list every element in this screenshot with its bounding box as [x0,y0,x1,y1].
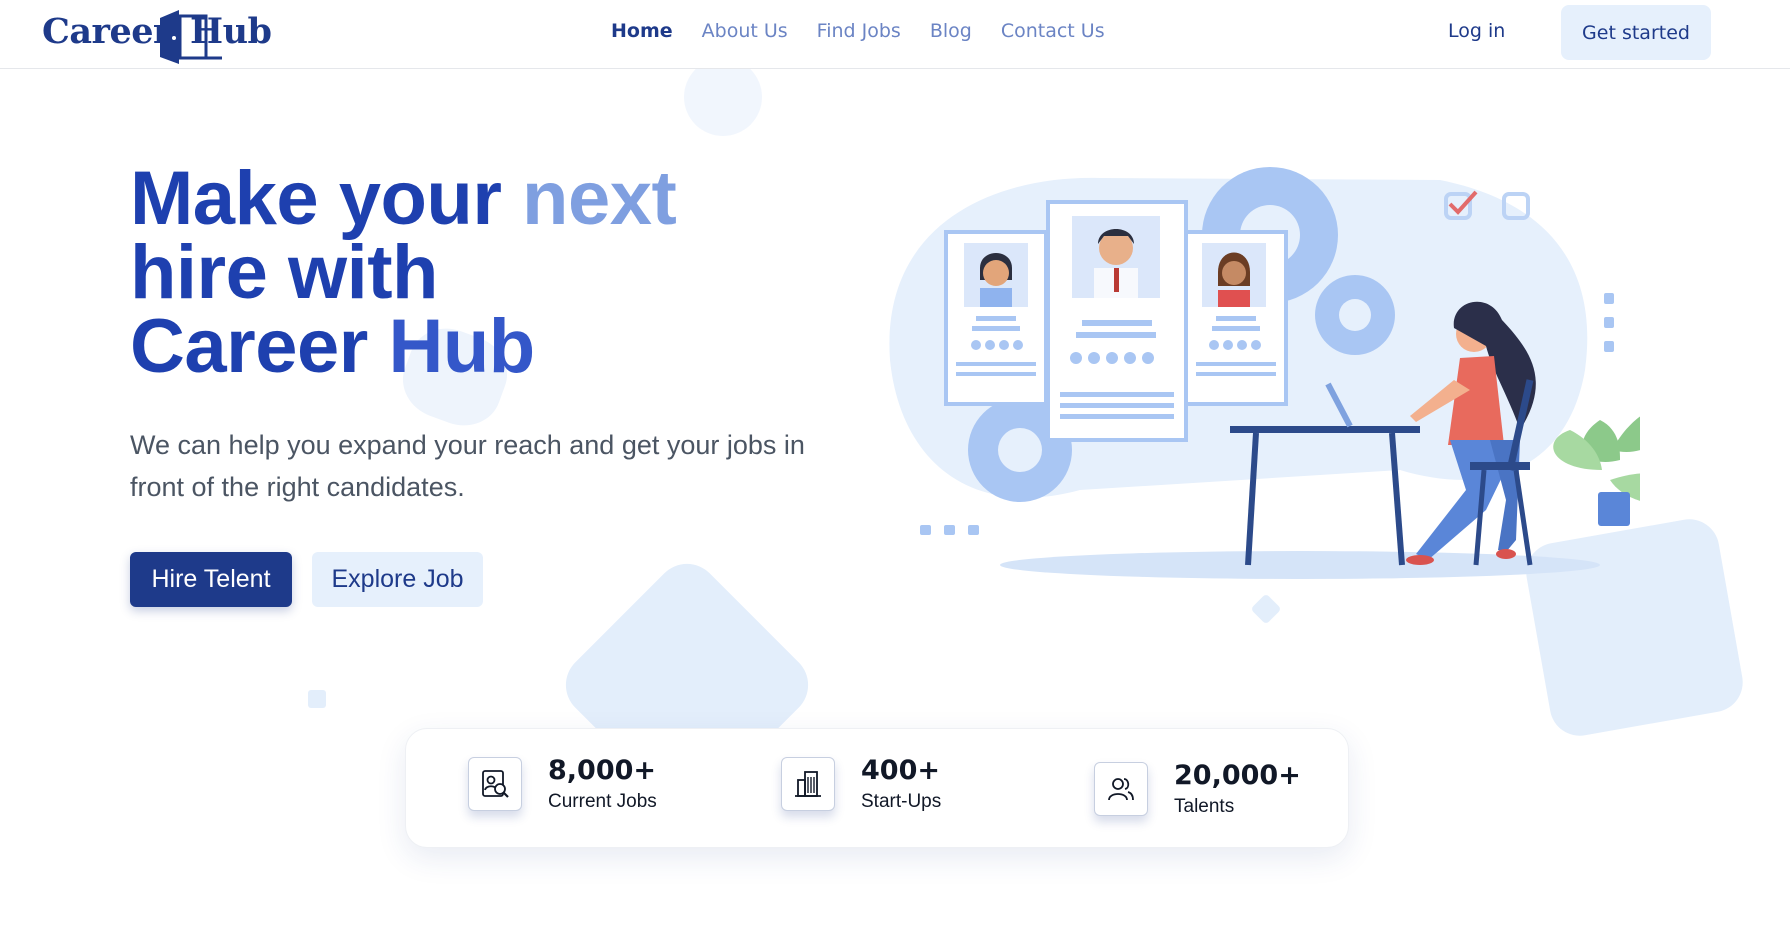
stat-label: Current Jobs [548,791,657,812]
decor-square-small [308,690,326,708]
stat-label: Start-Ups [861,791,942,812]
stat-value: 20,000+ [1174,760,1301,791]
nav-contact-us[interactable]: Contact Us [1001,20,1105,42]
decor-circle-top [684,58,762,136]
nav-home[interactable]: Home [611,20,673,42]
stat-label: Talents [1174,796,1235,817]
hero-subtitle: We can help you expand your reach and ge… [130,430,805,502]
hero-heading-part1: Make your [130,156,523,241]
hero-heading-line2: hire with [130,230,438,315]
stat-value: 8,000+ [548,755,657,786]
users-icon [1094,762,1148,816]
hiring-illustration [889,167,1640,579]
hero-heading-highlight: next [522,156,677,241]
stat-value: 400+ [861,755,940,786]
explore-job-button[interactable]: Explore Job [312,552,483,607]
hero-heading: Make your next hire with Career Hub [130,161,677,385]
hero-heading-line3a: Career [130,304,389,389]
top-navbar: Career Hub Home About Us Find Jobs Blog … [0,0,1790,69]
login-link[interactable]: Log in [1448,20,1505,42]
logo-word-career: Career [42,11,171,52]
stats-card: 8,000+ Current Jobs 400+ Start-Ups 20,00… [405,728,1349,848]
get-started-button[interactable]: Get started [1561,5,1711,60]
building-icon [781,757,835,811]
logo-word-hub: Hub [190,11,272,52]
hero-heading-line3b: Hub [388,304,535,389]
nav-find-jobs[interactable]: Find Jobs [817,20,901,42]
main-nav: Home About Us Find Jobs Blog Contact Us [611,20,1134,42]
nav-about-us[interactable]: About Us [702,20,788,42]
hire-talent-button[interactable]: Hire Telent [130,552,292,607]
job-search-icon [468,757,522,811]
career-hub-logo[interactable]: Career Hub [42,5,272,64]
nav-blog[interactable]: Blog [930,20,972,42]
